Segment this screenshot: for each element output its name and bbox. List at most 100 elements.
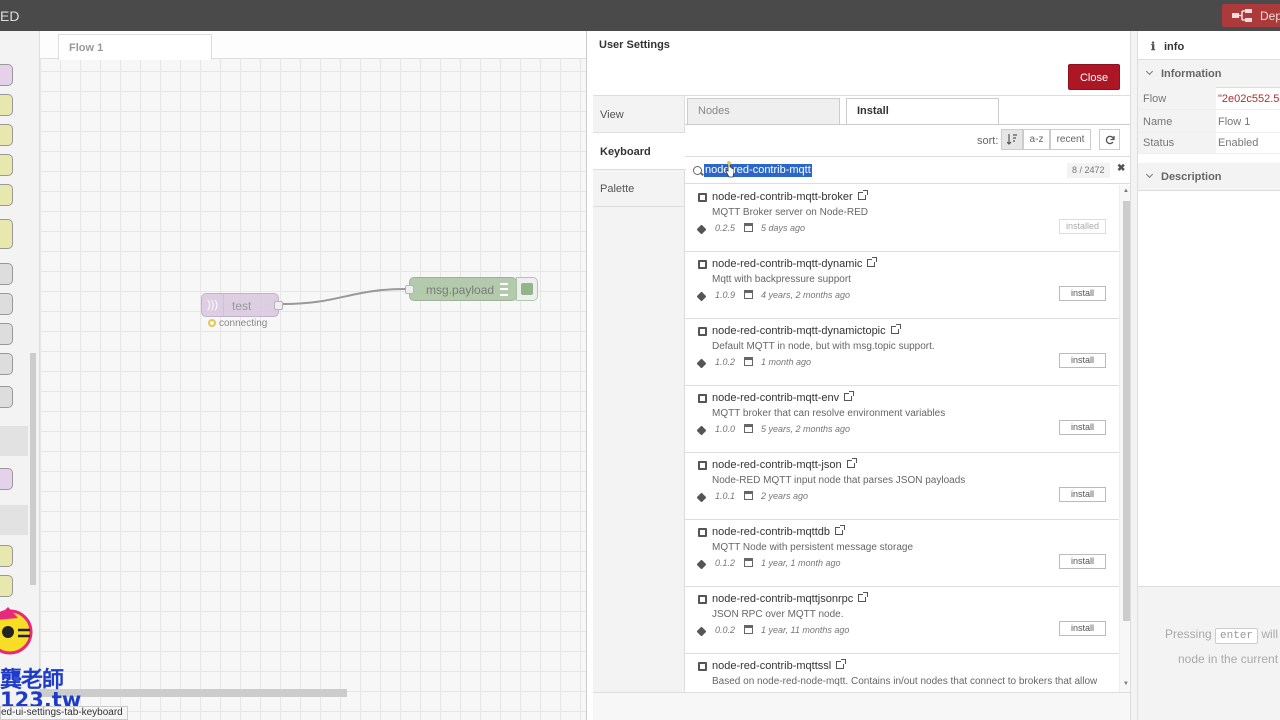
package-date: 5 days ago xyxy=(761,223,806,233)
package-item[interactable]: node-red-contrib-mqttjsonrpc JSON RPC ove… xyxy=(685,587,1119,654)
tab-info[interactable]: ℹ info xyxy=(1138,34,1280,60)
scroll-down-icon[interactable]: ▼ xyxy=(1123,681,1129,687)
palette-node[interactable] xyxy=(0,263,13,285)
section-information[interactable]: Information xyxy=(1138,60,1280,88)
tab-nodes[interactable]: Nodes xyxy=(687,98,840,124)
flow-workspace[interactable]: Flow 1 ))) test connecting msg.payload xyxy=(40,31,588,720)
package-name-text: node-red-contrib-mqttssl xyxy=(712,660,832,672)
mqtt-in-node[interactable]: ))) test xyxy=(201,293,283,317)
tag-icon xyxy=(696,492,707,503)
palette-node[interactable] xyxy=(0,545,13,567)
info-row-status: Status Enabled xyxy=(1138,132,1280,154)
status-ring-icon xyxy=(208,319,216,327)
package-name-text: node-red-contrib-mqttdb xyxy=(712,526,831,538)
search-input[interactable]: node-red-contrib-mqtt xyxy=(704,164,812,177)
palette-node[interactable] xyxy=(0,94,13,116)
output-port[interactable] xyxy=(274,301,283,310)
install-button[interactable]: install xyxy=(1059,487,1106,502)
tab-install[interactable]: Install xyxy=(846,98,999,125)
install-button[interactable]: install xyxy=(1059,353,1106,368)
palette-node[interactable] xyxy=(0,124,13,146)
package-item[interactable]: node-red-contrib-mqtt-json Node-RED MQTT … xyxy=(685,453,1119,520)
package-name: node-red-contrib-mqttssl xyxy=(712,659,847,672)
external-link-icon[interactable] xyxy=(846,458,857,468)
close-button[interactable]: Close xyxy=(1068,64,1120,90)
external-link-icon[interactable] xyxy=(890,324,901,334)
palette-node[interactable] xyxy=(0,64,13,86)
sort-recent-button[interactable]: recent xyxy=(1050,129,1091,150)
install-button[interactable]: install xyxy=(1059,554,1106,569)
scroll-thumb[interactable] xyxy=(1123,201,1130,621)
mqtt-icon: ))) xyxy=(202,294,224,316)
nav-palette[interactable]: Palette xyxy=(593,170,685,207)
package-name: node-red-contrib-mqttjsonrpc xyxy=(712,592,869,605)
palette-node[interactable] xyxy=(0,184,13,206)
external-link-icon[interactable] xyxy=(835,525,846,535)
package-item[interactable]: node-red-contrib-mqtt-broker MQTT Broker … xyxy=(685,185,1119,252)
install-button[interactable]: install xyxy=(1059,286,1106,301)
nav-view[interactable]: View xyxy=(593,96,685,133)
external-link-icon[interactable] xyxy=(844,391,855,401)
palette-node[interactable] xyxy=(0,386,13,408)
clear-search-icon[interactable]: ✖ xyxy=(1117,163,1125,174)
package-description: Node-RED MQTT input node that parses JSO… xyxy=(712,475,966,486)
dialog-body: View Keyboard Palette Nodes Install sort… xyxy=(593,95,1131,693)
section-title: Information xyxy=(1161,68,1222,80)
palette-node[interactable] xyxy=(0,219,13,249)
calendar-icon xyxy=(744,290,753,299)
package-item[interactable]: node-red-contrib-mqttdb MQTT Node with pe… xyxy=(685,520,1119,587)
palette-category[interactable] xyxy=(0,426,28,456)
deploy-label: Dep xyxy=(1260,9,1280,23)
sort-az-button[interactable]: a-z xyxy=(1023,129,1050,150)
palette-node[interactable] xyxy=(0,323,13,345)
sort-relevance-button[interactable] xyxy=(1001,129,1023,150)
palette-node[interactable] xyxy=(0,353,13,375)
palette-node[interactable] xyxy=(0,575,13,597)
workspace-hscrollbar[interactable] xyxy=(40,689,347,697)
package-description: MQTT Node with persistent message storag… xyxy=(712,542,914,553)
package-description: Mqtt with backpressure support xyxy=(712,274,851,285)
sidebar-splitter[interactable] xyxy=(1130,31,1137,720)
tag-icon xyxy=(696,358,707,369)
info-value[interactable]: "2e02c552.5 xyxy=(1218,93,1279,105)
package-date: 2 years ago xyxy=(761,491,809,501)
external-link-icon[interactable] xyxy=(858,592,869,602)
package-item[interactable]: node-red-contrib-mqtt-dynamictopic Defaul… xyxy=(685,319,1119,386)
section-title: Description xyxy=(1161,171,1222,183)
package-description: JSON RPC over MQTT node. xyxy=(712,609,844,620)
package-icon xyxy=(698,595,707,604)
section-description[interactable]: Description xyxy=(1138,163,1280,191)
palette-category[interactable] xyxy=(0,505,28,535)
refresh-button[interactable] xyxy=(1099,129,1120,150)
debug-node[interactable]: msg.payload xyxy=(405,277,517,301)
external-link-icon[interactable] xyxy=(857,190,868,200)
scroll-up-icon[interactable]: ▲ xyxy=(1123,188,1129,194)
package-item[interactable]: node-red-contrib-mqtt-env MQTT broker tha… xyxy=(685,386,1119,453)
debug-toggle-button[interactable] xyxy=(516,277,538,301)
palette-node[interactable] xyxy=(0,154,13,176)
install-button[interactable]: install xyxy=(1059,420,1106,435)
info-icon: ℹ xyxy=(1151,41,1156,53)
info-key: Name xyxy=(1143,116,1173,128)
external-link-icon[interactable] xyxy=(867,257,878,267)
package-version: 1.0.2 xyxy=(715,357,736,367)
nav-keyboard[interactable]: Keyboard xyxy=(593,133,686,170)
input-port[interactable] xyxy=(405,285,414,294)
package-name: node-red-contrib-mqtt-dynamictopic xyxy=(712,324,901,337)
info-key: Flow xyxy=(1143,93,1167,105)
package-description: MQTT broker that can resolve environment… xyxy=(712,408,946,419)
deploy-button[interactable]: Dep xyxy=(1222,4,1280,27)
package-icon xyxy=(698,193,707,202)
external-link-icon[interactable] xyxy=(836,659,847,669)
palette-node[interactable] xyxy=(0,468,13,490)
info-sidebar: ℹ info Information Flow "2e02c552.5 Name… xyxy=(1137,31,1280,720)
palette-scrollbar[interactable] xyxy=(30,353,36,585)
palette-node[interactable] xyxy=(0,293,13,315)
install-button[interactable]: install xyxy=(1059,621,1106,636)
package-description: Default MQTT in node, but with msg.topic… xyxy=(712,341,935,352)
search-icon xyxy=(693,166,702,175)
settings-nav: View Keyboard Palette xyxy=(593,96,686,693)
package-item[interactable]: node-red-contrib-mqttssl Based on node-re… xyxy=(685,654,1119,693)
package-item[interactable]: node-red-contrib-mqtt-dynamic Mqtt with b… xyxy=(685,252,1119,319)
package-name-text: node-red-contrib-mqtt-dynamictopic xyxy=(712,325,886,337)
